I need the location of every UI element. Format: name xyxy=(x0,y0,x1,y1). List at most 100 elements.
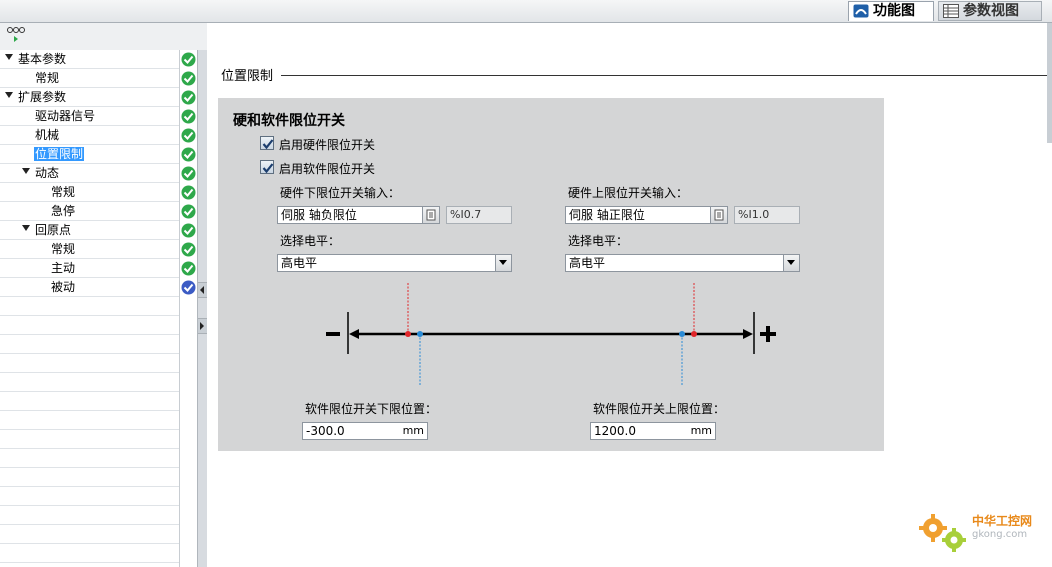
tree-item-homing-passive[interactable]: 被动 xyxy=(0,278,179,297)
main-content: 位置限制 硬和软件限位开关 启用硬件限位开关 启用软件限位开关 硬件下限位开关输… xyxy=(207,23,1052,567)
enable-hw-limit-label: 启用硬件限位开关 xyxy=(279,138,376,152)
editor-topbar: 功能图 参数视图 xyxy=(0,0,1052,23)
sw-high-limit-point xyxy=(679,331,685,337)
collapse-left-button[interactable] xyxy=(198,282,207,298)
tree-empty-row xyxy=(0,525,179,544)
status-ok-icon xyxy=(180,259,198,278)
dropdown-arrow-icon[interactable] xyxy=(495,255,511,271)
status-ok-icon xyxy=(180,69,198,88)
tree-item-homing-general[interactable]: 常规 xyxy=(0,240,179,259)
hw-high-limit-point xyxy=(691,331,697,337)
checkbox-box[interactable] xyxy=(260,160,274,174)
limit-switch-panel: 硬和软件限位开关 启用硬件限位开关 启用软件限位开关 硬件下限位开关输入： 伺服… xyxy=(218,98,884,451)
tab-parameter-view-label: 参数视图 xyxy=(963,3,1019,19)
hw-low-level-select[interactable]: 高电平 xyxy=(277,254,512,272)
watermark-url: gkong.com xyxy=(972,529,1028,540)
hw-high-browse-button[interactable] xyxy=(710,206,728,224)
function-view-icon xyxy=(853,4,869,18)
sw-high-label: 软件限位开关上限位置： xyxy=(593,402,726,416)
tree-item-drive-signals[interactable]: 驱动器信号 xyxy=(0,107,179,126)
status-ok-icon xyxy=(180,145,198,164)
tree-empty-row xyxy=(0,487,179,506)
tree-item-label: 主动 xyxy=(51,261,76,275)
right-scrollbar[interactable] xyxy=(1047,23,1052,143)
sw-low-label: 软件限位开关下限位置： xyxy=(305,402,438,416)
hw-low-input-label: 硬件下限位开关输入： xyxy=(280,186,401,200)
sw-high-value: 1200.0 xyxy=(594,424,636,438)
hw-low-input-field[interactable]: 伺服 轴负限位 xyxy=(277,206,423,224)
tree-item-label: 急停 xyxy=(51,204,76,218)
tree-empty-row xyxy=(0,468,179,487)
unit-label: mm xyxy=(402,424,424,437)
status-ok-icon xyxy=(180,50,198,69)
expand-arrow-icon[interactable] xyxy=(22,225,30,231)
tree-item-basic-params[interactable]: 基本参数 xyxy=(0,50,179,69)
tree-item-dynamics-general[interactable]: 常规 xyxy=(0,183,179,202)
tree-empty-row xyxy=(0,506,179,525)
status-ok-icon xyxy=(180,183,198,202)
tree-empty-row xyxy=(0,297,179,316)
expand-arrow-icon[interactable] xyxy=(22,168,30,174)
tree-empty-row xyxy=(0,430,179,449)
tree-view-toggle-icon[interactable] xyxy=(6,26,26,44)
checkbox-box[interactable] xyxy=(260,136,274,150)
status-ok-icon xyxy=(180,107,198,126)
hw-low-limit-point xyxy=(405,331,411,337)
tree-empty-row xyxy=(0,411,179,430)
enable-sw-limit-label: 启用软件限位开关 xyxy=(279,162,376,176)
tree-empty-row xyxy=(0,544,179,563)
hw-high-input-label: 硬件上限位开关输入： xyxy=(568,186,689,200)
hw-low-level-label: 选择电平： xyxy=(280,234,341,248)
watermark-title: 中华工控网 xyxy=(972,514,1033,528)
axis-limit-diagram xyxy=(326,283,776,386)
hw-high-input-field[interactable]: 伺服 轴正限位 xyxy=(565,206,711,224)
tree-item-label: 常规 xyxy=(51,185,76,199)
hw-high-address: %I1.0 xyxy=(734,206,800,224)
list-icon xyxy=(426,209,436,221)
check-icon xyxy=(262,163,274,174)
tree-empty-row xyxy=(0,373,179,392)
tree-item-emergency-stop[interactable]: 急停 xyxy=(0,202,179,221)
plus-sign-icon xyxy=(760,326,776,342)
sw-low-position-field[interactable]: -300.0 mm xyxy=(302,422,428,440)
section-title: 位置限制 xyxy=(221,65,282,84)
sw-high-position-field[interactable]: 1200.0 mm xyxy=(590,422,716,440)
hw-high-level-value: 高电平 xyxy=(569,256,606,270)
gkong-watermark: 中华工控网 gkong.com xyxy=(916,510,1046,560)
tree-item-position-limits[interactable]: 位置限制 xyxy=(0,145,179,164)
tree-empty-row xyxy=(0,354,179,373)
tree-item-label: 动态 xyxy=(35,166,60,180)
sw-low-limit-point xyxy=(417,331,423,337)
status-ok-icon xyxy=(180,126,198,145)
tab-function-view[interactable]: 功能图 xyxy=(848,1,934,21)
axis-arrow-left-icon xyxy=(349,329,359,339)
tree-item-label: 常规 xyxy=(35,71,60,85)
panel-splitter[interactable] xyxy=(197,50,207,567)
status-column xyxy=(179,50,198,567)
hw-low-browse-button[interactable] xyxy=(422,206,440,224)
list-icon xyxy=(714,209,724,221)
parameter-tree: 基本参数 常规 扩展参数 驱动器信号 机械 位置限制 动态 常规 急停 回原点 … xyxy=(0,50,179,567)
tree-item-label: 常规 xyxy=(51,242,76,256)
tree-item-label: 机械 xyxy=(35,128,60,142)
tree-item-homing[interactable]: 回原点 xyxy=(0,221,179,240)
expand-arrow-icon[interactable] xyxy=(5,92,13,98)
dropdown-arrow-icon[interactable] xyxy=(783,255,799,271)
status-ok-icon xyxy=(180,221,198,240)
expand-right-button[interactable] xyxy=(198,318,207,334)
tree-item-basic-general[interactable]: 常规 xyxy=(0,69,179,88)
tree-item-homing-active[interactable]: 主动 xyxy=(0,259,179,278)
section-divider xyxy=(221,75,1051,76)
status-ok-icon xyxy=(180,202,198,221)
tree-item-extended-params[interactable]: 扩展参数 xyxy=(0,88,179,107)
status-ok-icon xyxy=(180,88,198,107)
status-ok-icon xyxy=(180,164,198,183)
tree-empty-row xyxy=(0,392,179,411)
hw-high-level-select[interactable]: 高电平 xyxy=(565,254,800,272)
tree-item-dynamics[interactable]: 动态 xyxy=(0,164,179,183)
tree-item-mechanics[interactable]: 机械 xyxy=(0,126,179,145)
tree-item-label: 驱动器信号 xyxy=(35,109,96,123)
tab-parameter-view[interactable]: 参数视图 xyxy=(938,1,1042,21)
status-ok-icon xyxy=(180,240,198,259)
expand-arrow-icon[interactable] xyxy=(5,54,13,60)
